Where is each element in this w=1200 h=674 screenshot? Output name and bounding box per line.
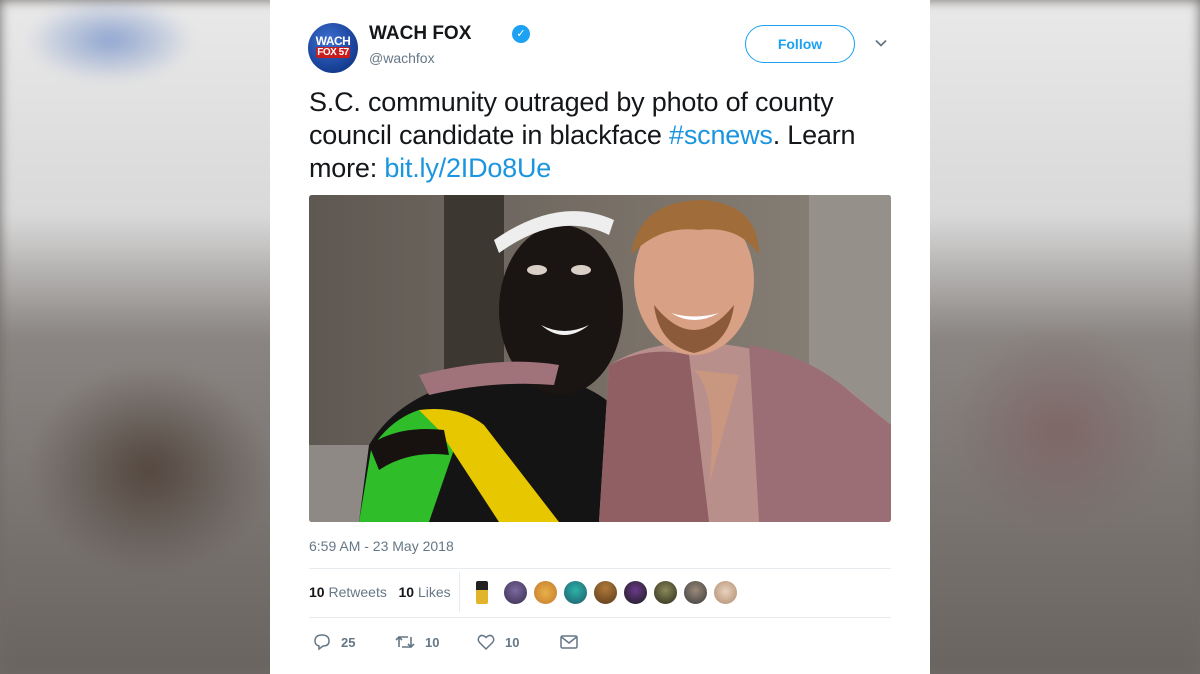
divider [309, 617, 891, 618]
liker-avatar[interactable] [713, 580, 738, 605]
stats-separator [459, 572, 460, 612]
likes-label: Likes [417, 584, 451, 600]
account-handle[interactable]: @wachfox [369, 50, 435, 66]
liker-avatar[interactable] [503, 580, 528, 605]
direct-message-action[interactable] [559, 632, 589, 652]
follow-button[interactable]: Follow [745, 25, 855, 63]
tweet-card: WACH FOX 57 WACH FOX ✓ @wachfox Follow S… [270, 0, 930, 674]
article-link[interactable]: bit.ly/2IDo8Ue [384, 153, 551, 183]
reply-action[interactable]: 25 [313, 632, 355, 652]
tweet-timestamp[interactable]: 6:59 AM - 23 May 2018 [309, 538, 454, 554]
liker-avatar[interactable] [653, 580, 678, 605]
account-avatar[interactable]: WACH FOX 57 [308, 23, 358, 73]
heart-icon [477, 634, 495, 651]
chevron-down-icon[interactable] [874, 36, 888, 50]
tweet-photo[interactable] [309, 195, 891, 522]
likes-count: 10 [398, 584, 415, 600]
photo-illustration [309, 195, 891, 522]
divider [309, 568, 891, 569]
account-name[interactable]: WACH FOX [369, 23, 471, 45]
liker-avatar[interactable] [533, 580, 558, 605]
like-count: 10 [505, 634, 520, 650]
retweet-count: 10 [425, 634, 440, 650]
retweet-action[interactable]: 10 [395, 632, 439, 652]
retweet-icon [395, 635, 415, 649]
likes-stat[interactable]: 10 Likes [399, 584, 451, 600]
like-action[interactable]: 10 [477, 632, 519, 652]
reply-icon [314, 634, 330, 651]
retweets-stat[interactable]: 10 Retweets [309, 584, 387, 600]
liker-avatar[interactable] [475, 580, 489, 605]
liker-avatar[interactable] [683, 580, 708, 605]
liker-avatar[interactable] [623, 580, 648, 605]
reply-count: 25 [341, 634, 356, 650]
tweet-stats: 10 Retweets 10 Likes [309, 584, 451, 600]
liker-avatar[interactable] [593, 580, 618, 605]
hashtag-link[interactable]: #scnews [669, 120, 773, 150]
verified-badge-icon: ✓ [512, 25, 530, 43]
avatar-logo-bottom: FOX 57 [316, 47, 350, 58]
retweets-label: Retweets [328, 584, 387, 600]
direct-message-icon [560, 635, 578, 649]
liker-avatar[interactable] [563, 580, 588, 605]
tweet-header: WACH FOX 57 WACH FOX ✓ @wachfox Follow [308, 20, 892, 73]
avatar-logo-top: WACH [315, 34, 351, 48]
retweets-count: 10 [309, 584, 325, 600]
tweet-text: S.C. community outraged by photo of coun… [309, 86, 899, 185]
